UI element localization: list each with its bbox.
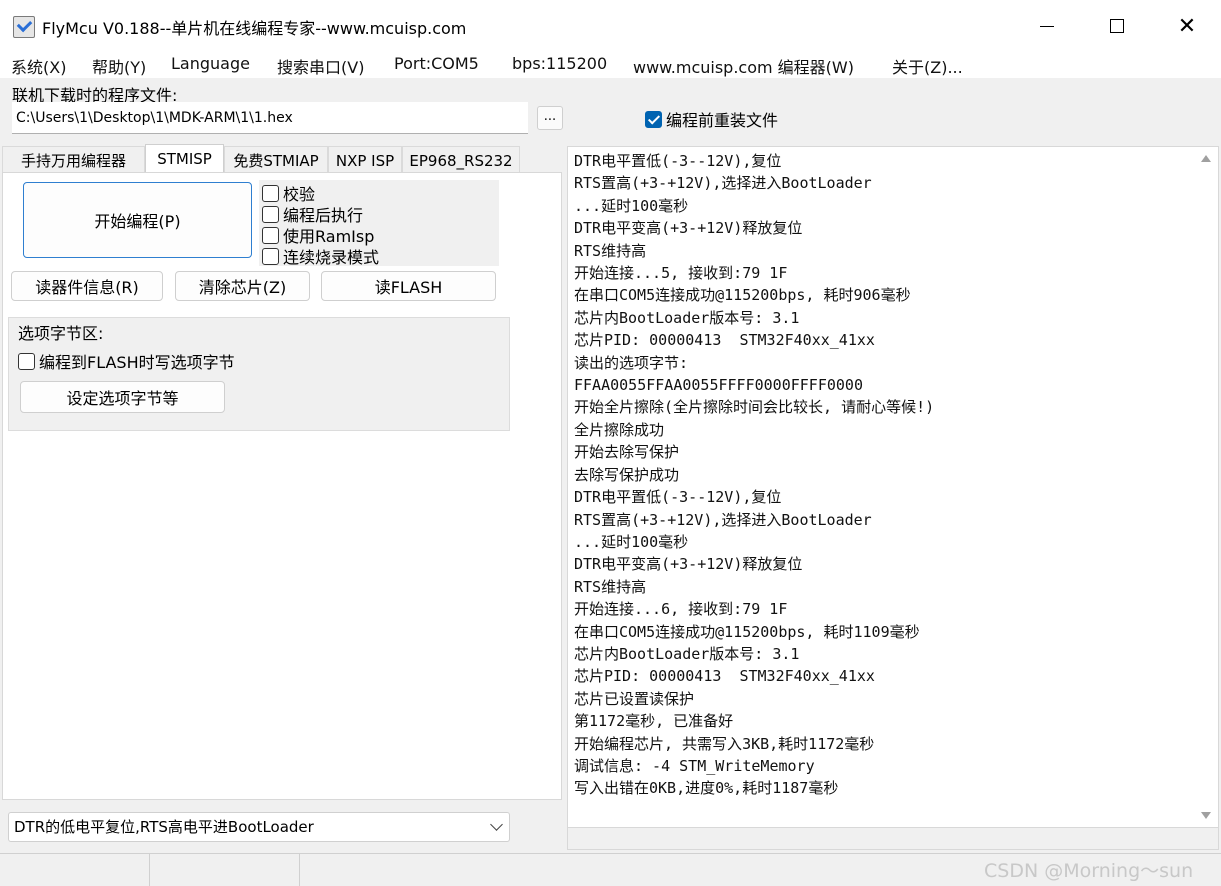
log-line: RTS置高(+3-+12V),选择进入BootLoader xyxy=(574,174,872,193)
continuous-burn-checkbox[interactable] xyxy=(262,247,279,265)
log-line: 在串口COM5连接成功@115200bps, 耗时1109毫秒 xyxy=(574,622,920,641)
tab-ep968-rs232[interactable]: EP968_RS232 xyxy=(402,146,520,174)
watermark: CSDN @Morning～sun xyxy=(984,860,1194,882)
log-line: FFAA0055FFAA0055FFFF0000FFFF0000 xyxy=(574,376,863,395)
menu-about[interactable]: 关于(Z)... xyxy=(892,54,963,78)
reset-mode-select[interactable]: DTR的低电平复位,RTS高电平进BootLoader xyxy=(8,812,510,842)
maximize-icon xyxy=(1110,19,1124,33)
log-line: DTR电平置低(-3--12V),复位 xyxy=(574,488,782,507)
log-line: 芯片已设置读保护 xyxy=(574,689,695,708)
app-icon xyxy=(13,16,35,38)
log-line: DTR电平变高(+3-+12V)释放复位 xyxy=(574,555,803,574)
chevron-down-icon xyxy=(490,818,503,831)
tab-handheld-programmer[interactable]: 手持万用编程器 xyxy=(2,146,145,174)
log-line: RTS维持高 xyxy=(574,241,647,260)
scroll-down-icon[interactable] xyxy=(1201,812,1211,819)
status-cell xyxy=(0,854,150,886)
reset-mode-value: DTR的低电平复位,RTS高电平进BootLoader xyxy=(14,818,314,836)
log-line: 读出的选项字节: xyxy=(574,353,689,372)
log-line: 开始连接...5, 接收到:79 1F xyxy=(574,264,788,283)
option-bytes-title: 选项字节区: xyxy=(18,324,104,343)
log-line: 调试信息: -4 STM_WriteMemory xyxy=(574,756,815,775)
verify-checkbox[interactable] xyxy=(262,184,279,202)
status-cell xyxy=(150,854,300,886)
menu-port[interactable]: Port:COM5 xyxy=(394,54,479,73)
window-title: FlyMcu V0.188--单片机在线编程专家--www.mcuisp.com xyxy=(42,19,467,38)
reload-label: 编程前重装文件 xyxy=(666,111,779,130)
write-option-bytes-option[interactable]: 编程到FLASH时写选项字节 xyxy=(18,349,235,373)
continuous-burn-label: 连续烧录模式 xyxy=(283,248,380,267)
menu-language[interactable]: Language xyxy=(171,54,250,73)
close-icon: ✕ xyxy=(1177,13,1197,39)
log-line: RTS置高(+3-+12V),选择进入BootLoader xyxy=(574,510,872,529)
menu-programmer[interactable]: www.mcuisp.com 编程器(W) xyxy=(633,54,854,78)
log-lines: DTR电平置低(-3--12V),复位 RTS置高(+3-+12V),选择进入Bo… xyxy=(574,150,934,800)
menu-bar: 系统(X) 帮助(Y) Language 搜索串口(V) Port:COM5 b… xyxy=(0,52,1221,78)
tab-free-stmiap[interactable]: 免费STMIAP xyxy=(224,146,328,174)
reload-checkbox[interactable] xyxy=(645,110,662,128)
log-line: ...延时100毫秒 xyxy=(574,196,689,215)
read-flash-button[interactable]: 读FLASH xyxy=(321,271,496,301)
log-line: 去除写保护成功 xyxy=(574,465,680,484)
write-option-bytes-label: 编程到FLASH时写选项字节 xyxy=(39,353,235,372)
tab-nxp-isp[interactable]: NXP ISP xyxy=(328,146,402,174)
browse-button[interactable]: ... xyxy=(537,106,563,130)
maximize-button[interactable] xyxy=(1082,0,1152,52)
log-output[interactable]: DTR电平置低(-3--12V),复位 RTS置高(+3-+12V),选择进入Bo… xyxy=(567,146,1219,828)
run-after-program-checkbox[interactable] xyxy=(262,205,279,223)
log-line: DTR电平置低(-3--12V),复位 xyxy=(574,152,782,170)
log-horizontal-bar xyxy=(567,828,1219,850)
log-line: 在串口COM5连接成功@115200bps, 耗时906毫秒 xyxy=(574,286,911,305)
log-line: ...延时100毫秒 xyxy=(574,532,689,551)
tab-stmisp[interactable]: STMISP xyxy=(145,144,224,174)
log-scrollbar[interactable] xyxy=(1194,147,1218,827)
erase-chip-button[interactable]: 清除芯片(Z) xyxy=(175,271,310,301)
log-line: 第1172毫秒, 已准备好 xyxy=(574,712,734,731)
start-programming-button[interactable]: 开始编程(P) xyxy=(23,182,252,258)
minimize-button[interactable] xyxy=(1012,0,1082,52)
read-device-info-button[interactable]: 读器件信息(R) xyxy=(11,271,163,301)
scroll-up-icon[interactable] xyxy=(1201,155,1211,162)
log-line: 芯片内BootLoader版本号: 3.1 xyxy=(574,644,800,663)
log-line: 芯片内BootLoader版本号: 3.1 xyxy=(574,308,800,327)
log-line: 芯片PID: 00000413 STM32F40xx_41xx xyxy=(574,667,875,686)
menu-bps[interactable]: bps:115200 xyxy=(512,54,607,73)
menu-system[interactable]: 系统(X) xyxy=(11,54,66,78)
title-bar: FlyMcu V0.188--单片机在线编程专家--www.mcuisp.com… xyxy=(0,0,1221,52)
menu-search-port[interactable]: 搜索串口(V) xyxy=(277,54,364,78)
log-line: 开始全片擦除(全片擦除时间会比较长, 请耐心等候!) xyxy=(574,398,935,417)
program-file-path[interactable] xyxy=(12,102,528,134)
log-line: 芯片PID: 00000413 STM32F40xx_41xx xyxy=(574,331,875,350)
close-button[interactable]: ✕ xyxy=(1152,0,1221,52)
use-ramisp-checkbox[interactable] xyxy=(262,226,279,244)
write-option-bytes-checkbox[interactable] xyxy=(18,352,35,370)
log-line: RTS维持高 xyxy=(574,577,647,596)
reload-before-program-option[interactable]: 编程前重装文件 xyxy=(645,107,778,131)
menu-help[interactable]: 帮助(Y) xyxy=(92,54,146,78)
set-option-bytes-button[interactable]: 设定选项字节等 xyxy=(20,381,225,413)
log-line: 写入出错在0KB,进度0%,耗时1187毫秒 xyxy=(574,779,839,798)
log-line: 全片擦除成功 xyxy=(574,420,665,439)
continuous-burn-option[interactable]: 连续烧录模式 xyxy=(262,244,379,268)
log-line: 开始连接...6, 接收到:79 1F xyxy=(574,600,788,619)
log-line: 开始编程芯片, 共需写入3KB,耗时1172毫秒 xyxy=(574,734,875,753)
log-line: DTR电平变高(+3-+12V)释放复位 xyxy=(574,219,803,238)
log-line: 开始去除写保护 xyxy=(574,443,680,462)
minimize-icon xyxy=(1040,25,1054,27)
